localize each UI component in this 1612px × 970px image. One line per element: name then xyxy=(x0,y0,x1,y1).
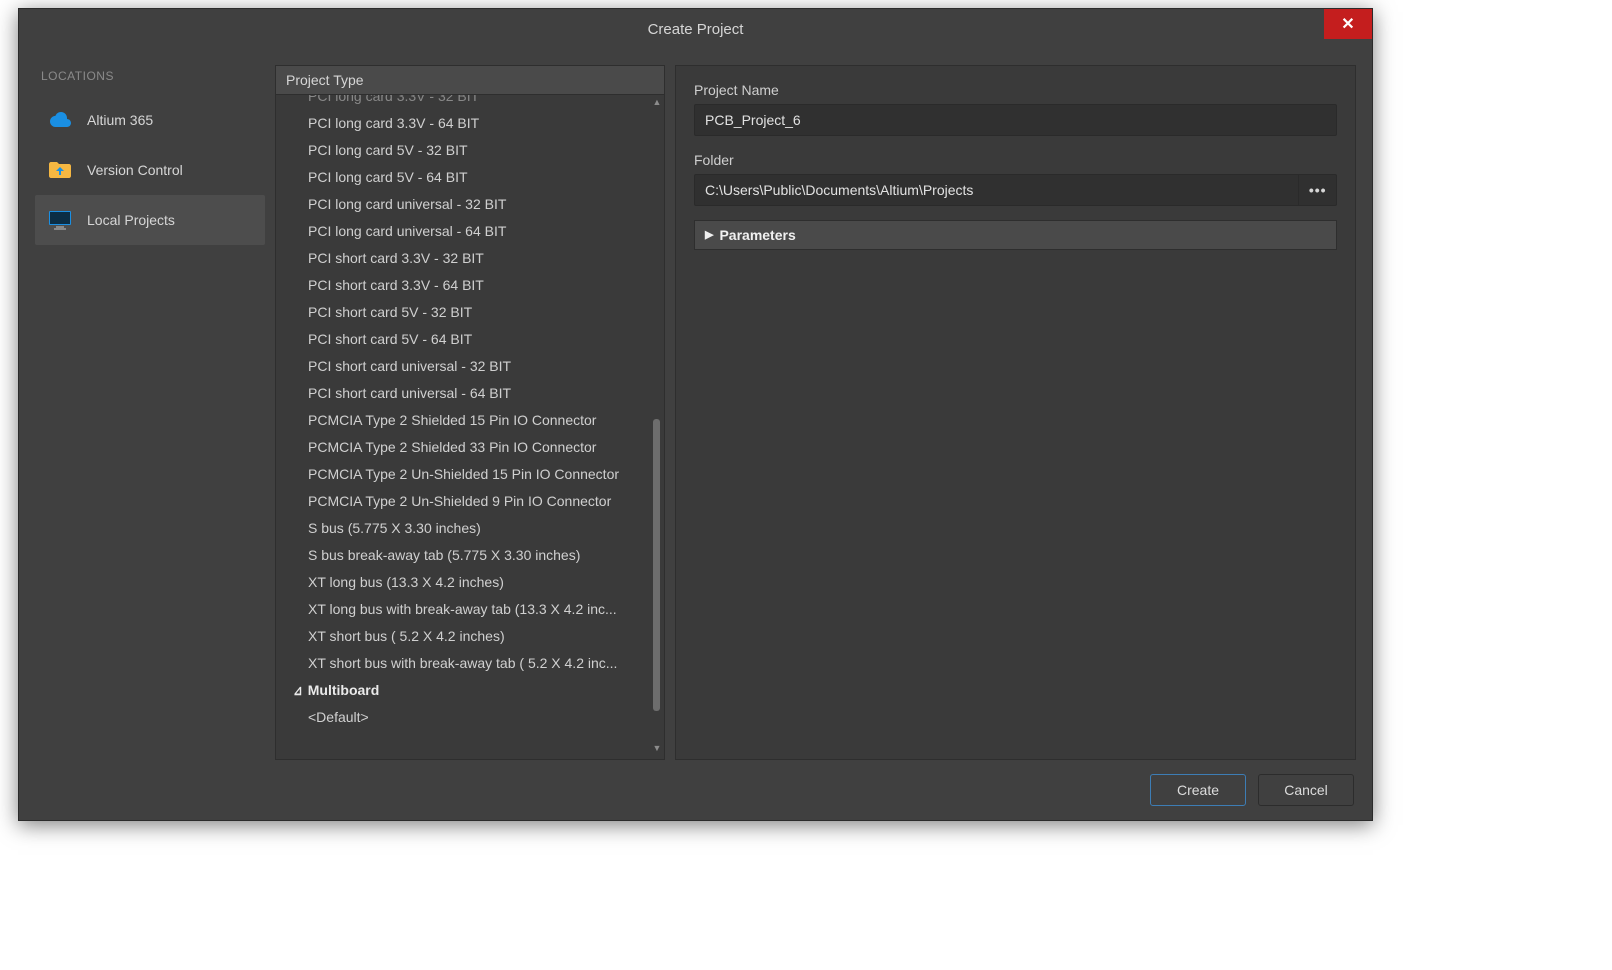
project-type-item[interactable]: XT long bus (13.3 X 4.2 inches) xyxy=(282,569,644,596)
project-type-item[interactable]: PCI short card 3.3V - 32 BIT xyxy=(282,245,644,272)
project-type-list-wrap: PCI long card 3.3V - 32 BIT PCI long car… xyxy=(276,95,664,759)
project-type-scrollbar[interactable]: ▲ ▼ xyxy=(652,99,662,731)
scroll-down-icon[interactable]: ▼ xyxy=(652,743,662,755)
project-type-item[interactable]: PCI short card 3.3V - 64 BIT xyxy=(282,272,644,299)
project-type-item[interactable]: XT short bus ( 5.2 X 4.2 inches) xyxy=(282,623,644,650)
project-type-group-label: Multiboard xyxy=(308,677,380,704)
project-type-item[interactable]: PCI long card universal - 64 BIT xyxy=(282,218,644,245)
project-type-item[interactable]: PCI long card 3.3V - 64 BIT xyxy=(282,110,644,137)
project-type-item[interactable]: <Default> xyxy=(282,704,644,731)
dialog-title: Create Project xyxy=(648,21,744,38)
project-type-item[interactable]: PCI long card universal - 32 BIT xyxy=(282,191,644,218)
location-local-projects[interactable]: Local Projects xyxy=(35,195,265,245)
location-label: Altium 365 xyxy=(87,112,153,128)
project-type-item[interactable]: PCI short card universal - 32 BIT xyxy=(282,353,644,380)
project-type-item[interactable]: PCI short card 5V - 32 BIT xyxy=(282,299,644,326)
dialog-body: LOCATIONS Altium 365 Version Control xyxy=(19,49,1372,760)
project-type-item[interactable]: PCI short card 5V - 64 BIT xyxy=(282,326,644,353)
project-type-item[interactable]: XT short bus with break-away tab ( 5.2 X… xyxy=(282,650,644,677)
location-version-control[interactable]: Version Control xyxy=(35,145,265,195)
project-type-item[interactable]: S bus (5.775 X 3.30 inches) xyxy=(282,515,644,542)
project-type-item[interactable]: XT long bus with break-away tab (13.3 X … xyxy=(282,596,644,623)
browse-folder-button[interactable]: ••• xyxy=(1299,174,1337,206)
project-type-header: Project Type xyxy=(276,66,664,95)
folder-label: Folder xyxy=(694,152,1337,168)
project-type-item[interactable]: PCI long card 5V - 64 BIT xyxy=(282,164,644,191)
folder-input[interactable] xyxy=(694,174,1299,206)
triangle-right-icon: ▶ xyxy=(705,228,713,241)
close-icon: ✕ xyxy=(1341,14,1354,34)
project-type-item[interactable]: PCMCIA Type 2 Un-Shielded 9 Pin IO Conne… xyxy=(282,488,644,515)
dialog-titlebar: Create Project ✕ xyxy=(19,9,1372,49)
project-type-panel: Project Type PCI long card 3.3V - 32 BIT… xyxy=(275,65,665,760)
locations-header: LOCATIONS xyxy=(35,65,265,95)
create-button[interactable]: Create xyxy=(1150,774,1246,806)
close-button[interactable]: ✕ xyxy=(1324,9,1372,39)
parameters-label: Parameters xyxy=(719,227,795,243)
create-project-dialog: Create Project ✕ LOCATIONS Altium 365 xyxy=(18,8,1373,821)
scroll-up-icon[interactable]: ▲ xyxy=(652,97,662,109)
dialog-footer: Create Cancel xyxy=(19,760,1372,820)
project-type-item[interactable]: PCI long card 3.3V - 32 BIT xyxy=(282,95,644,110)
folder-upload-icon xyxy=(47,159,73,181)
project-type-item[interactable]: PCMCIA Type 2 Un-Shielded 15 Pin IO Conn… xyxy=(282,461,644,488)
project-type-item[interactable]: S bus break-away tab (5.775 X 3.30 inche… xyxy=(282,542,644,569)
project-type-group-multiboard[interactable]: ⊿ Multiboard xyxy=(282,677,644,704)
locations-panel: LOCATIONS Altium 365 Version Control xyxy=(35,65,265,760)
ellipsis-icon: ••• xyxy=(1309,182,1327,198)
project-type-item[interactable]: PCMCIA Type 2 Shielded 15 Pin IO Connect… xyxy=(282,407,644,434)
project-name-input[interactable] xyxy=(694,104,1337,136)
location-label: Local Projects xyxy=(87,212,175,228)
scrollbar-thumb[interactable] xyxy=(653,419,660,711)
location-label: Version Control xyxy=(87,162,183,178)
cloud-icon xyxy=(47,109,73,131)
cancel-button[interactable]: Cancel xyxy=(1258,774,1354,806)
project-details-panel: Project Name Folder ••• ▶ Parameters xyxy=(675,65,1356,760)
monitor-icon xyxy=(47,209,73,231)
chevron-down-icon: ⊿ xyxy=(293,677,302,704)
project-type-item[interactable]: PCI short card universal - 64 BIT xyxy=(282,380,644,407)
parameters-expander[interactable]: ▶ Parameters xyxy=(694,220,1337,250)
project-type-item[interactable]: PCMCIA Type 2 Shielded 33 Pin IO Connect… xyxy=(282,434,644,461)
project-type-list[interactable]: PCI long card 3.3V - 32 BIT PCI long car… xyxy=(276,95,650,759)
project-name-label: Project Name xyxy=(694,82,1337,98)
project-type-item[interactable]: PCI long card 5V - 32 BIT xyxy=(282,137,644,164)
location-altium-365[interactable]: Altium 365 xyxy=(35,95,265,145)
